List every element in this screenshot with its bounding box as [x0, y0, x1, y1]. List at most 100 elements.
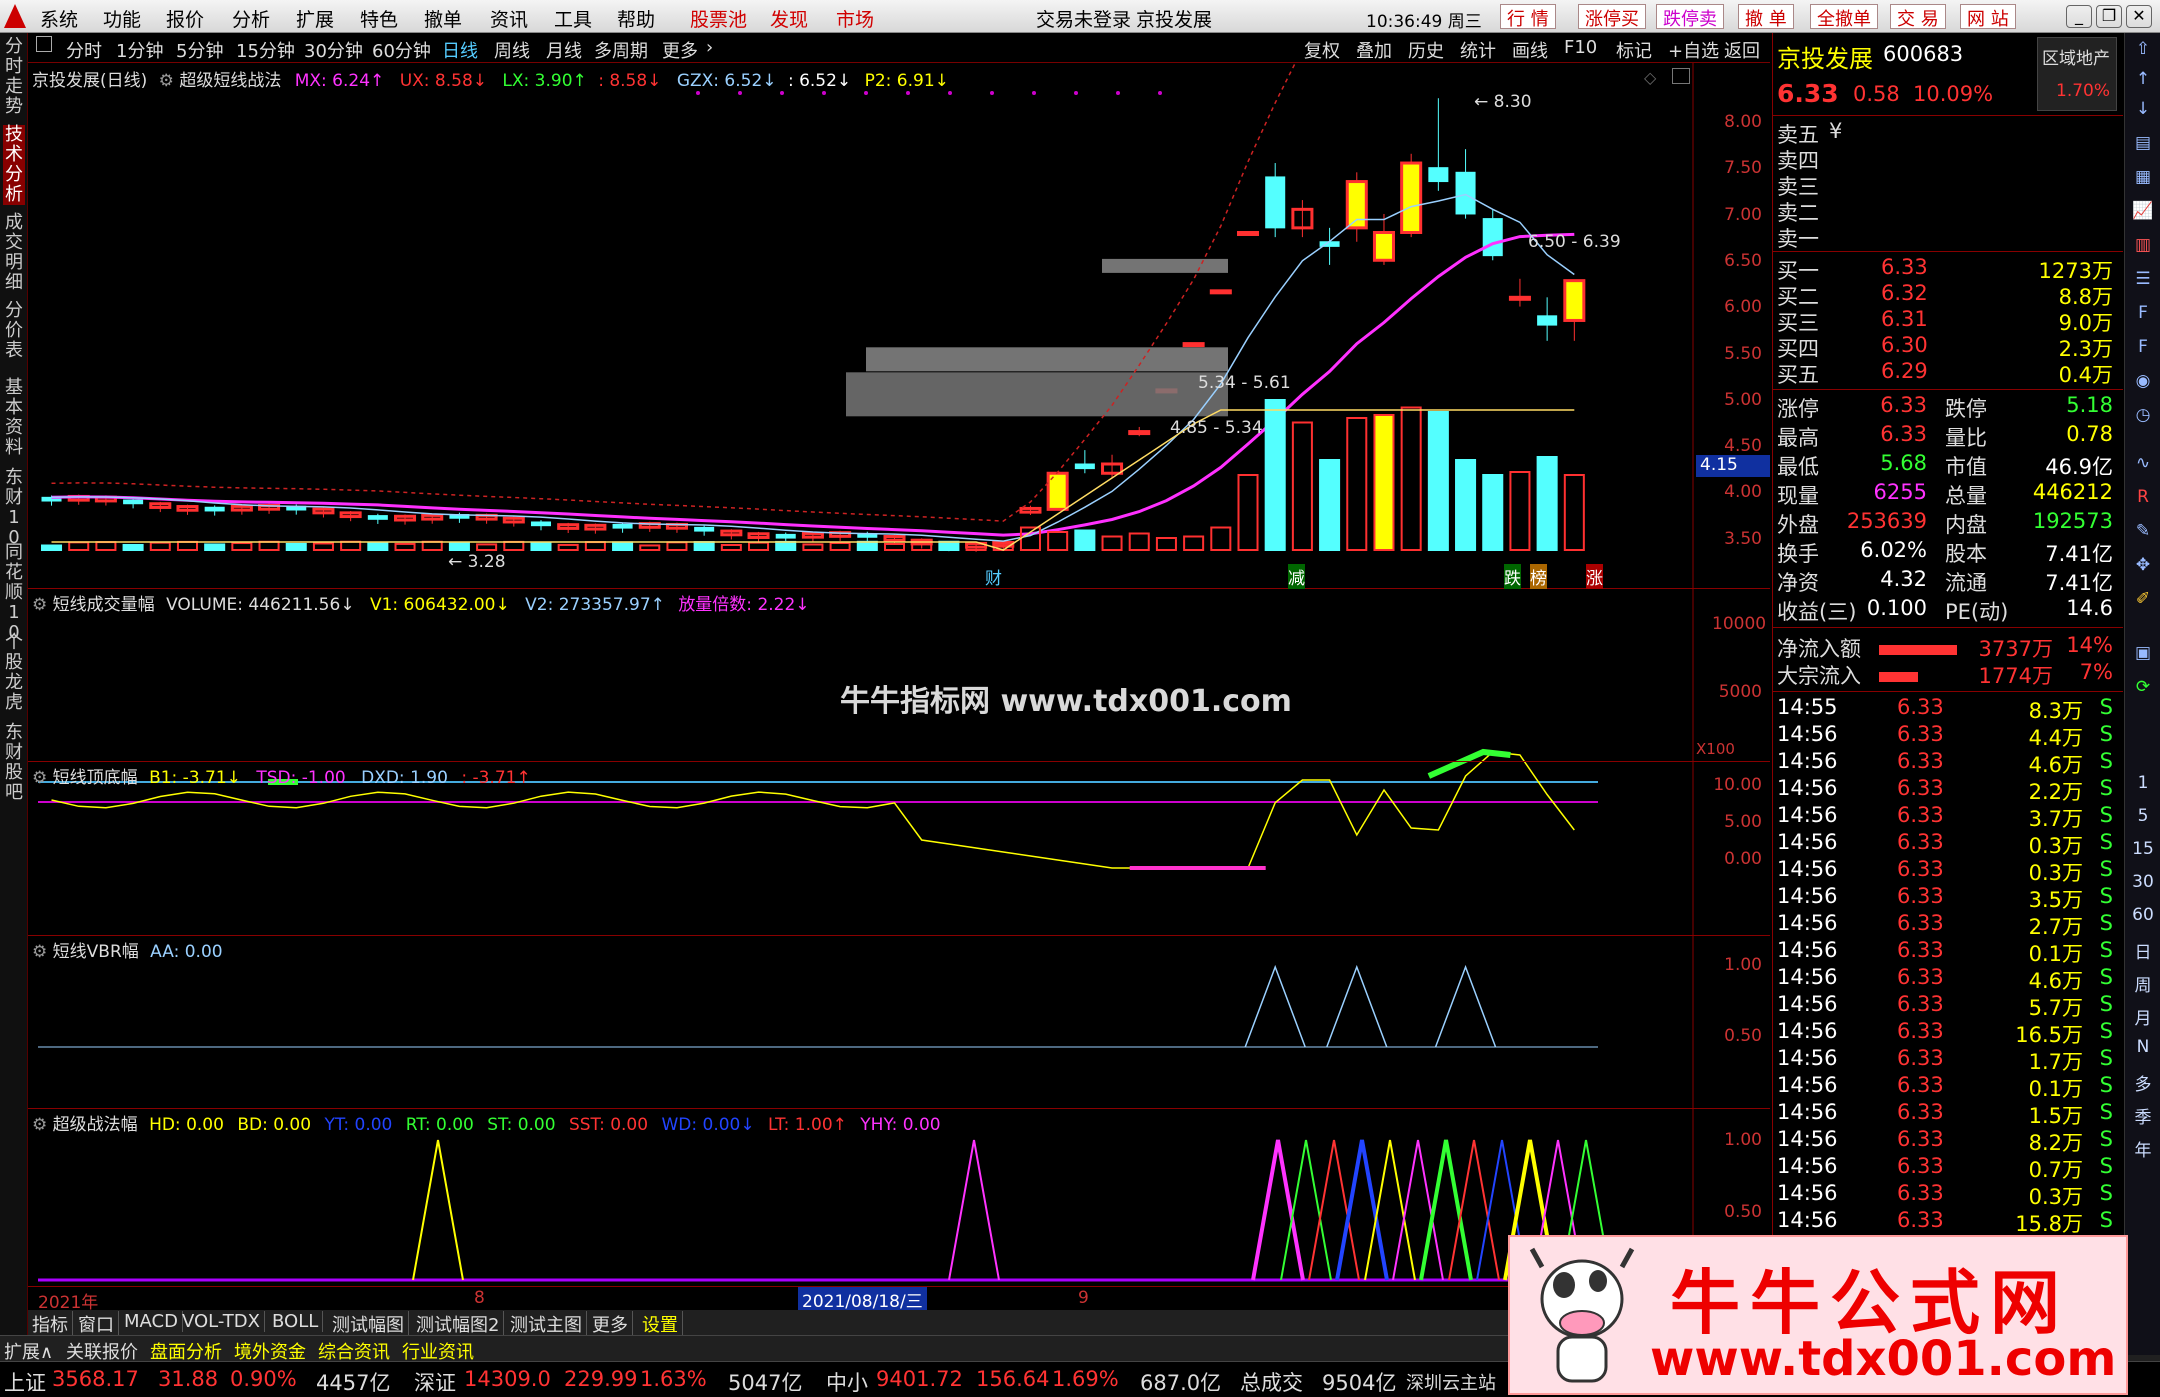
nav-dragon-tiger[interactable]: 个股龙虎: [3, 633, 25, 713]
period-shortcut[interactable]: 60: [2131, 905, 2155, 925]
minimize-icon[interactable]: _: [2066, 5, 2092, 28]
tick-row[interactable]: 14:56 6.33 8.2万 S: [1777, 1127, 2117, 1155]
panel-divider[interactable]: [28, 761, 1770, 762]
nav-forum[interactable]: 东财股吧: [3, 723, 25, 803]
period-shortcut[interactable]: N: [2131, 1037, 2155, 1057]
period-shortcut[interactable]: 年: [2131, 1136, 2155, 1161]
stat-row[interactable]: 最低 5.68 市值 46.9亿: [1777, 451, 2117, 479]
index-sh-name[interactable]: 上证: [4, 1367, 46, 1397]
tick-row[interactable]: 14:56 6.33 0.3万 S: [1777, 857, 2117, 885]
clock-icon[interactable]: ◷: [2131, 405, 2155, 425]
tick-row[interactable]: 14:56 6.33 0.3万 S: [1777, 1181, 2117, 1209]
period-shortcut[interactable]: 5: [2131, 806, 2155, 826]
period-60min[interactable]: 60分钟: [372, 37, 431, 63]
settings-icon[interactable]: ⚙: [32, 942, 47, 962]
period-shortcut[interactable]: 月: [2131, 1004, 2155, 1029]
settings-icon[interactable]: ⚙: [159, 71, 174, 91]
arrow-down-icon[interactable]: ↓: [2131, 99, 2155, 119]
tick-row[interactable]: 14:56 6.33 3.7万 S: [1777, 803, 2117, 831]
tick-row[interactable]: 14:56 6.33 4.6万 S: [1777, 749, 2117, 777]
tab-test-sub2[interactable]: 测试幅图2: [412, 1311, 505, 1337]
tab-window[interactable]: 窗口: [74, 1311, 119, 1337]
button-website[interactable]: 网 站: [1960, 4, 2016, 30]
panel-divider[interactable]: [28, 1108, 1770, 1109]
period-shortcut[interactable]: 季: [2131, 1103, 2155, 1128]
period-intraday[interactable]: 分时: [66, 37, 102, 63]
nav-intraday[interactable]: 分时走势: [3, 37, 25, 117]
period-shortcut[interactable]: 多: [2131, 1070, 2155, 1095]
tick-row[interactable]: 14:56 6.33 3.5万 S: [1777, 884, 2117, 912]
fs-icon[interactable]: ▣: [2131, 643, 2155, 663]
tab-test-sub[interactable]: 测试幅图: [328, 1311, 409, 1337]
tool-mark[interactable]: 标记: [1616, 37, 1652, 63]
period-daily[interactable]: 日线: [442, 37, 478, 63]
arrow-up-icon[interactable]: ↑: [2131, 69, 2155, 89]
tick-row[interactable]: 14:56 6.33 0.7万 S: [1777, 1154, 2117, 1182]
tick-row[interactable]: 14:56 6.33 16.5万 S: [1777, 1019, 2117, 1047]
tab-indicator[interactable]: 指标: [28, 1311, 73, 1337]
expand-icon[interactable]: [1672, 68, 1690, 84]
period-1min[interactable]: 1分钟: [116, 37, 163, 63]
button-trade[interactable]: 交 易: [1890, 4, 1946, 30]
tab-settings[interactable]: 设置: [638, 1311, 683, 1337]
nav-technical[interactable]: 技术分析: [3, 125, 25, 205]
chevron-right-icon[interactable]: ›: [706, 37, 713, 58]
tab-test-main[interactable]: 测试主图: [506, 1311, 587, 1337]
panel-divider[interactable]: [28, 935, 1770, 936]
period-shortcut[interactable]: 15: [2131, 839, 2155, 859]
stat-row[interactable]: 现量 6255 总量 446212: [1777, 480, 2117, 508]
flow-row[interactable]: 大宗流入 1774万 7%: [1777, 660, 2117, 688]
nav-eastmoney[interactable]: 东财10: [3, 468, 25, 548]
stat-row[interactable]: 最高 6.33 量比 0.78: [1777, 422, 2117, 450]
fund-icon[interactable]: F: [2131, 337, 2155, 357]
menu-item-system[interactable]: 系统: [40, 5, 78, 32]
settings-icon[interactable]: ⚙: [32, 1115, 47, 1135]
stat-row[interactable]: 涨停 6.33 跌停 5.18: [1777, 393, 2117, 421]
period-monthly[interactable]: 月线: [546, 37, 582, 63]
tick-row[interactable]: 14:56 6.33 1.7万 S: [1777, 1046, 2117, 1074]
bid-row[interactable]: 买五 6.29 0.4万: [1777, 359, 2117, 387]
period-30min[interactable]: 30分钟: [304, 37, 363, 63]
menu-item-market[interactable]: 市场: [836, 5, 874, 32]
wave-icon[interactable]: ∿: [2131, 453, 2155, 473]
period-shortcut[interactable]: 日: [2131, 938, 2155, 963]
tick-row[interactable]: 14:56 6.33 15.8万 S: [1777, 1208, 2117, 1236]
menu-item-cancel[interactable]: 撤单: [424, 5, 462, 32]
button-cancel-order[interactable]: 撤 单: [1738, 4, 1794, 30]
restore-icon[interactable]: ❐: [2096, 5, 2122, 28]
stat-row[interactable]: 外盘 253639 内盘 192573: [1777, 509, 2117, 537]
server-status[interactable]: 深圳云主站: [1406, 1369, 1496, 1395]
tool-overlay[interactable]: 叠加: [1356, 37, 1392, 63]
tool-f10[interactable]: F10: [1564, 37, 1597, 58]
tool-stats[interactable]: 统计: [1460, 37, 1496, 63]
index-sme-name[interactable]: 中小: [826, 1367, 868, 1397]
bid-row[interactable]: 买二 6.32 8.8万: [1777, 281, 2117, 309]
close-icon[interactable]: ✕: [2126, 5, 2152, 28]
ask-row[interactable]: 卖二: [1777, 197, 2117, 225]
period-shortcut[interactable]: 周: [2131, 971, 2155, 996]
button-limit-down-sell[interactable]: 跌停卖: [1656, 4, 1724, 30]
tool-draw[interactable]: 画线: [1512, 37, 1548, 63]
tick-row[interactable]: 14:56 6.33 4.6万 S: [1777, 965, 2117, 993]
stat-row[interactable]: 收益(三) 0.100 PE(动) 14.6: [1777, 596, 2117, 624]
menu-item-analysis[interactable]: 分析: [232, 5, 270, 32]
refresh-icon[interactable]: ⟳: [2131, 677, 2155, 697]
grid-icon[interactable]: ▦: [2131, 167, 2155, 187]
menu-item-feature[interactable]: 特色: [360, 5, 398, 32]
brush-icon[interactable]: ✐: [2131, 589, 2155, 609]
arrow-up-icon[interactable]: ⇧: [2131, 39, 2155, 59]
toggle-panel-icon[interactable]: [36, 36, 52, 52]
ask-row[interactable]: 卖一: [1777, 223, 2117, 251]
menu-item-function[interactable]: 功能: [103, 5, 141, 32]
nav-trade-detail[interactable]: 成交明细: [3, 213, 25, 293]
nav-ths[interactable]: 同花顺10: [3, 543, 25, 643]
ask-row[interactable]: 卖三: [1777, 171, 2117, 199]
stat-row[interactable]: 换手 6.02% 股本 7.41亿: [1777, 538, 2117, 566]
period-multi[interactable]: 多周期: [594, 37, 648, 63]
button-cancel-all[interactable]: 全撤单: [1810, 4, 1878, 30]
menu-item-stock-pool[interactable]: 股票池: [690, 5, 747, 32]
nav-price-table[interactable]: 分价表: [3, 301, 25, 361]
button-limit-up-buy[interactable]: 涨停买: [1578, 4, 1646, 30]
tick-row[interactable]: 14:56 6.33 0.3万 S: [1777, 830, 2117, 858]
menu-item-help[interactable]: 帮助: [617, 5, 655, 32]
